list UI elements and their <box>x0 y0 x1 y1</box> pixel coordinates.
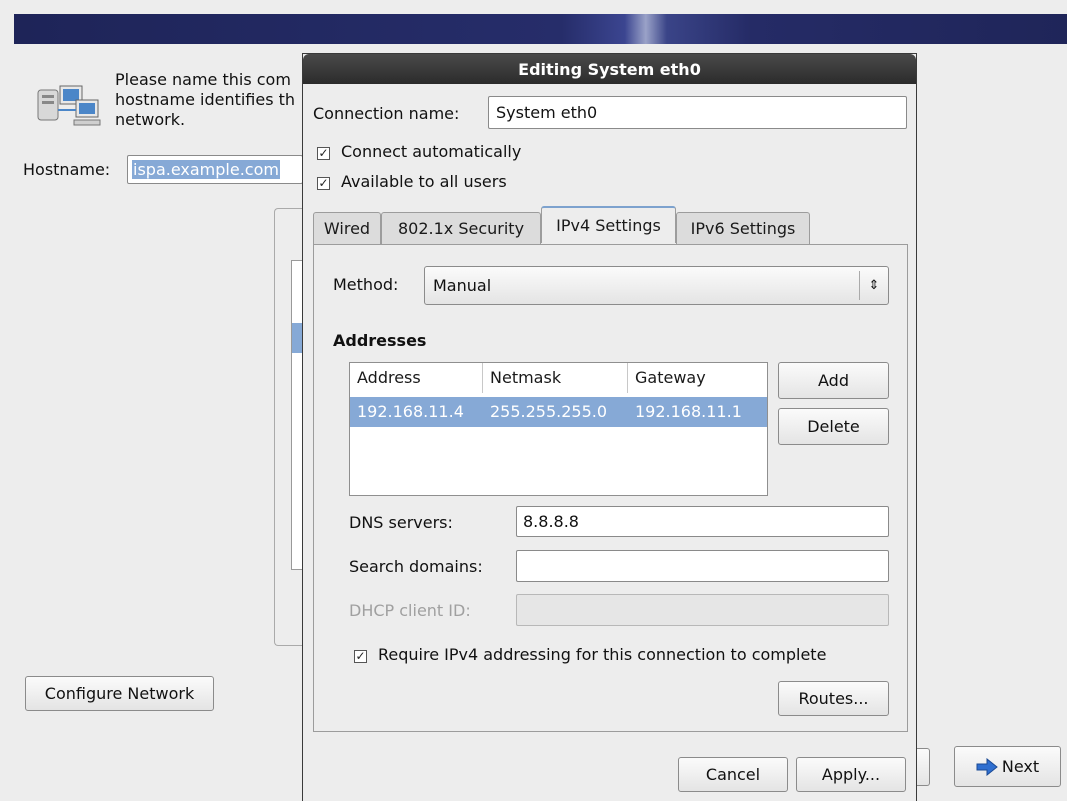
editing-dialog: Editing System eth0 Connection name: Sys… <box>302 53 917 801</box>
connect-automatically-label: Connect automatically <box>341 142 522 161</box>
tab-ipv4-settings[interactable]: IPv4 Settings <box>541 206 676 243</box>
next-button[interactable]: Next <box>954 746 1061 787</box>
available-all-users-checkbox[interactable]: ✓ <box>317 177 330 190</box>
arrow-right-icon <box>976 757 998 776</box>
tab-ipv6-settings[interactable]: IPv6 Settings <box>676 212 810 244</box>
hostname-value: ispa.example.com <box>132 160 280 179</box>
method-label: Method: <box>333 275 399 294</box>
column-header-address[interactable]: Address <box>350 363 483 393</box>
ipv4-settings-panel: Method: Manual ⇕ Addresses Address Netma… <box>313 244 908 732</box>
dns-servers-label: DNS servers: <box>349 513 453 532</box>
column-header-gateway[interactable]: Gateway <box>628 363 767 393</box>
intro-line: hostname identifies th <box>115 90 296 109</box>
method-value: Manual <box>433 276 492 295</box>
connection-name-input[interactable]: System eth0 <box>488 96 907 129</box>
connection-name-value: System eth0 <box>496 103 598 122</box>
installer-banner <box>14 14 1067 44</box>
dhcp-client-id-label: DHCP client ID: <box>349 601 471 620</box>
intro-text: Please name this com hostname identifies… <box>115 70 295 130</box>
tab-802-1x-security[interactable]: 802.1x Security <box>381 212 541 244</box>
cell-address: 192.168.11.4 <box>357 402 464 421</box>
routes-button[interactable]: Routes... <box>778 681 889 716</box>
next-label: Next <box>1001 757 1040 776</box>
add-button[interactable]: Add <box>778 362 889 399</box>
search-domains-input[interactable] <box>516 550 889 582</box>
configure-network-button[interactable]: Configure Network <box>25 676 214 711</box>
dialog-title: Editing System eth0 <box>303 54 916 84</box>
dns-servers-value: 8.8.8.8 <box>523 512 579 531</box>
delete-button[interactable]: Delete <box>778 408 889 445</box>
search-domains-label: Search domains: <box>349 557 483 576</box>
method-select[interactable]: Manual ⇕ <box>424 266 889 305</box>
table-row[interactable]: 192.168.11.4 255.255.255.0 192.168.11.1 <box>350 397 767 427</box>
require-ipv4-checkbox[interactable]: ✓ <box>354 650 367 663</box>
hostname-input[interactable]: ispa.example.com <box>127 155 303 184</box>
apply-button[interactable]: Apply... <box>796 757 906 792</box>
intro-line: network. <box>115 110 186 129</box>
require-ipv4-label: Require IPv4 addressing for this connect… <box>378 645 827 664</box>
chevron-updown-icon: ⇕ <box>859 271 888 300</box>
connection-name-label: Connection name: <box>313 104 460 123</box>
addresses-heading: Addresses <box>333 331 427 350</box>
cancel-button[interactable]: Cancel <box>678 757 788 792</box>
network-icon <box>36 80 102 130</box>
dns-servers-input[interactable]: 8.8.8.8 <box>516 506 889 537</box>
hostname-label: Hostname: <box>23 160 111 179</box>
cell-gateway: 192.168.11.1 <box>635 402 742 421</box>
column-header-netmask[interactable]: Netmask <box>483 363 628 393</box>
connect-automatically-checkbox[interactable]: ✓ <box>317 147 330 160</box>
cell-netmask: 255.255.255.0 <box>490 402 608 421</box>
addresses-table[interactable]: Address Netmask Gateway 192.168.11.4 255… <box>349 362 768 496</box>
available-all-users-label: Available to all users <box>341 172 507 191</box>
intro-line: Please name this com <box>115 70 291 89</box>
dhcp-client-id-input <box>516 594 889 626</box>
tab-wired[interactable]: Wired <box>313 212 381 244</box>
